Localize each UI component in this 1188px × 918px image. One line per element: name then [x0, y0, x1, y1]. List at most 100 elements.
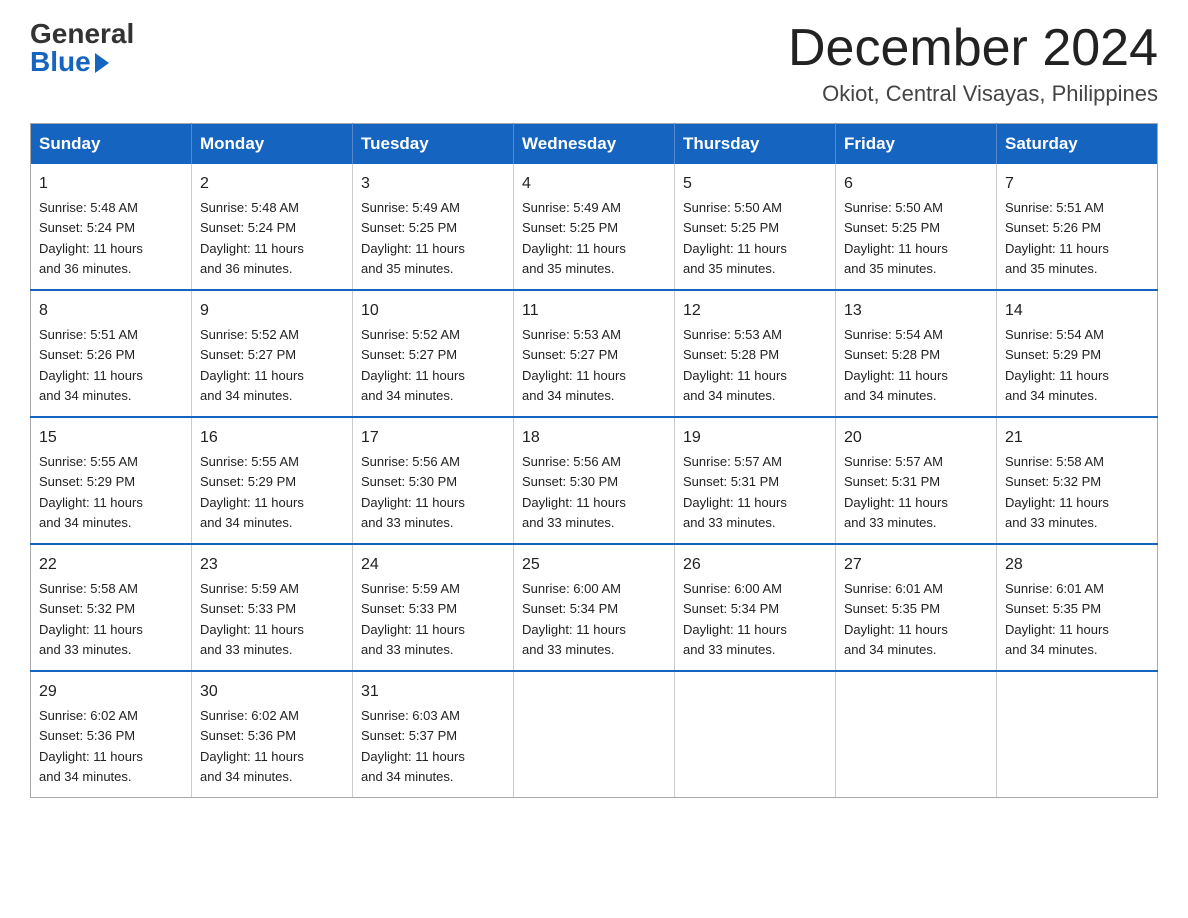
logo-triangle-icon: [95, 53, 109, 73]
day-number: 21: [1005, 426, 1149, 450]
calendar-body: 1 Sunrise: 5:48 AMSunset: 5:24 PMDayligh…: [31, 164, 1158, 798]
calendar-cell: 24 Sunrise: 5:59 AMSunset: 5:33 PMDaylig…: [353, 544, 514, 671]
day-info: Sunrise: 5:49 AMSunset: 5:25 PMDaylight:…: [361, 200, 465, 276]
calendar-cell: 27 Sunrise: 6:01 AMSunset: 5:35 PMDaylig…: [836, 544, 997, 671]
logo-general-text: General: [30, 20, 134, 48]
day-number: 12: [683, 299, 827, 323]
day-number: 31: [361, 680, 505, 704]
calendar-header-wednesday: Wednesday: [514, 124, 675, 165]
day-number: 23: [200, 553, 344, 577]
calendar-week-row: 22 Sunrise: 5:58 AMSunset: 5:32 PMDaylig…: [31, 544, 1158, 671]
calendar-cell: 12 Sunrise: 5:53 AMSunset: 5:28 PMDaylig…: [675, 290, 836, 417]
calendar-cell: 5 Sunrise: 5:50 AMSunset: 5:25 PMDayligh…: [675, 164, 836, 290]
day-info: Sunrise: 6:00 AMSunset: 5:34 PMDaylight:…: [683, 581, 787, 657]
day-info: Sunrise: 5:48 AMSunset: 5:24 PMDaylight:…: [200, 200, 304, 276]
calendar-cell: 26 Sunrise: 6:00 AMSunset: 5:34 PMDaylig…: [675, 544, 836, 671]
calendar-cell: 15 Sunrise: 5:55 AMSunset: 5:29 PMDaylig…: [31, 417, 192, 544]
day-info: Sunrise: 5:53 AMSunset: 5:27 PMDaylight:…: [522, 327, 626, 403]
day-info: Sunrise: 5:57 AMSunset: 5:31 PMDaylight:…: [844, 454, 948, 530]
day-number: 16: [200, 426, 344, 450]
calendar-cell: 18 Sunrise: 5:56 AMSunset: 5:30 PMDaylig…: [514, 417, 675, 544]
day-number: 6: [844, 172, 988, 196]
calendar-cell: 4 Sunrise: 5:49 AMSunset: 5:25 PMDayligh…: [514, 164, 675, 290]
calendar-cell: 20 Sunrise: 5:57 AMSunset: 5:31 PMDaylig…: [836, 417, 997, 544]
day-number: 26: [683, 553, 827, 577]
day-number: 18: [522, 426, 666, 450]
day-info: Sunrise: 5:59 AMSunset: 5:33 PMDaylight:…: [361, 581, 465, 657]
calendar-cell: [997, 671, 1158, 798]
calendar-cell: 28 Sunrise: 6:01 AMSunset: 5:35 PMDaylig…: [997, 544, 1158, 671]
calendar-cell: 16 Sunrise: 5:55 AMSunset: 5:29 PMDaylig…: [192, 417, 353, 544]
page-title: December 2024: [788, 20, 1158, 77]
day-number: 7: [1005, 172, 1149, 196]
calendar-week-row: 29 Sunrise: 6:02 AMSunset: 5:36 PMDaylig…: [31, 671, 1158, 798]
day-number: 11: [522, 299, 666, 323]
day-info: Sunrise: 5:53 AMSunset: 5:28 PMDaylight:…: [683, 327, 787, 403]
calendar-cell: [514, 671, 675, 798]
day-info: Sunrise: 5:50 AMSunset: 5:25 PMDaylight:…: [683, 200, 787, 276]
day-number: 24: [361, 553, 505, 577]
day-info: Sunrise: 6:00 AMSunset: 5:34 PMDaylight:…: [522, 581, 626, 657]
day-info: Sunrise: 5:56 AMSunset: 5:30 PMDaylight:…: [361, 454, 465, 530]
calendar-cell: 2 Sunrise: 5:48 AMSunset: 5:24 PMDayligh…: [192, 164, 353, 290]
page-subtitle: Okiot, Central Visayas, Philippines: [788, 81, 1158, 107]
day-number: 10: [361, 299, 505, 323]
day-info: Sunrise: 6:02 AMSunset: 5:36 PMDaylight:…: [200, 708, 304, 784]
day-number: 22: [39, 553, 183, 577]
day-info: Sunrise: 5:59 AMSunset: 5:33 PMDaylight:…: [200, 581, 304, 657]
calendar-cell: 22 Sunrise: 5:58 AMSunset: 5:32 PMDaylig…: [31, 544, 192, 671]
calendar-cell: 6 Sunrise: 5:50 AMSunset: 5:25 PMDayligh…: [836, 164, 997, 290]
calendar-week-row: 1 Sunrise: 5:48 AMSunset: 5:24 PMDayligh…: [31, 164, 1158, 290]
calendar-cell: 9 Sunrise: 5:52 AMSunset: 5:27 PMDayligh…: [192, 290, 353, 417]
day-number: 14: [1005, 299, 1149, 323]
day-info: Sunrise: 5:56 AMSunset: 5:30 PMDaylight:…: [522, 454, 626, 530]
day-info: Sunrise: 6:03 AMSunset: 5:37 PMDaylight:…: [361, 708, 465, 784]
calendar-cell: 3 Sunrise: 5:49 AMSunset: 5:25 PMDayligh…: [353, 164, 514, 290]
day-number: 3: [361, 172, 505, 196]
day-info: Sunrise: 5:57 AMSunset: 5:31 PMDaylight:…: [683, 454, 787, 530]
calendar-cell: 30 Sunrise: 6:02 AMSunset: 5:36 PMDaylig…: [192, 671, 353, 798]
calendar-week-row: 8 Sunrise: 5:51 AMSunset: 5:26 PMDayligh…: [31, 290, 1158, 417]
day-number: 17: [361, 426, 505, 450]
day-info: Sunrise: 5:50 AMSunset: 5:25 PMDaylight:…: [844, 200, 948, 276]
title-block: December 2024 Okiot, Central Visayas, Ph…: [788, 20, 1158, 107]
day-number: 2: [200, 172, 344, 196]
day-info: Sunrise: 5:54 AMSunset: 5:29 PMDaylight:…: [1005, 327, 1109, 403]
day-info: Sunrise: 5:58 AMSunset: 5:32 PMDaylight:…: [39, 581, 143, 657]
day-info: Sunrise: 6:01 AMSunset: 5:35 PMDaylight:…: [844, 581, 948, 657]
day-info: Sunrise: 5:49 AMSunset: 5:25 PMDaylight:…: [522, 200, 626, 276]
calendar-table: SundayMondayTuesdayWednesdayThursdayFrid…: [30, 123, 1158, 798]
day-number: 9: [200, 299, 344, 323]
day-number: 27: [844, 553, 988, 577]
day-number: 13: [844, 299, 988, 323]
day-info: Sunrise: 6:01 AMSunset: 5:35 PMDaylight:…: [1005, 581, 1109, 657]
calendar-cell: 1 Sunrise: 5:48 AMSunset: 5:24 PMDayligh…: [31, 164, 192, 290]
page-header: General Blue December 2024 Okiot, Centra…: [30, 20, 1158, 107]
day-number: 15: [39, 426, 183, 450]
calendar-cell: 10 Sunrise: 5:52 AMSunset: 5:27 PMDaylig…: [353, 290, 514, 417]
calendar-cell: 19 Sunrise: 5:57 AMSunset: 5:31 PMDaylig…: [675, 417, 836, 544]
calendar-header-saturday: Saturday: [997, 124, 1158, 165]
calendar-cell: 25 Sunrise: 6:00 AMSunset: 5:34 PMDaylig…: [514, 544, 675, 671]
calendar-header-thursday: Thursday: [675, 124, 836, 165]
day-number: 20: [844, 426, 988, 450]
day-number: 1: [39, 172, 183, 196]
day-info: Sunrise: 5:55 AMSunset: 5:29 PMDaylight:…: [200, 454, 304, 530]
day-number: 28: [1005, 553, 1149, 577]
logo-blue-text: Blue: [30, 48, 109, 76]
calendar-cell: 23 Sunrise: 5:59 AMSunset: 5:33 PMDaylig…: [192, 544, 353, 671]
calendar-header-monday: Monday: [192, 124, 353, 165]
day-info: Sunrise: 5:51 AMSunset: 5:26 PMDaylight:…: [1005, 200, 1109, 276]
logo: General Blue: [30, 20, 134, 76]
calendar-cell: 13 Sunrise: 5:54 AMSunset: 5:28 PMDaylig…: [836, 290, 997, 417]
day-number: 30: [200, 680, 344, 704]
calendar-cell: 31 Sunrise: 6:03 AMSunset: 5:37 PMDaylig…: [353, 671, 514, 798]
calendar-cell: 14 Sunrise: 5:54 AMSunset: 5:29 PMDaylig…: [997, 290, 1158, 417]
day-number: 25: [522, 553, 666, 577]
day-number: 5: [683, 172, 827, 196]
day-info: Sunrise: 6:02 AMSunset: 5:36 PMDaylight:…: [39, 708, 143, 784]
calendar-header-sunday: Sunday: [31, 124, 192, 165]
calendar-header: SundayMondayTuesdayWednesdayThursdayFrid…: [31, 124, 1158, 165]
calendar-cell: 17 Sunrise: 5:56 AMSunset: 5:30 PMDaylig…: [353, 417, 514, 544]
calendar-cell: 7 Sunrise: 5:51 AMSunset: 5:26 PMDayligh…: [997, 164, 1158, 290]
